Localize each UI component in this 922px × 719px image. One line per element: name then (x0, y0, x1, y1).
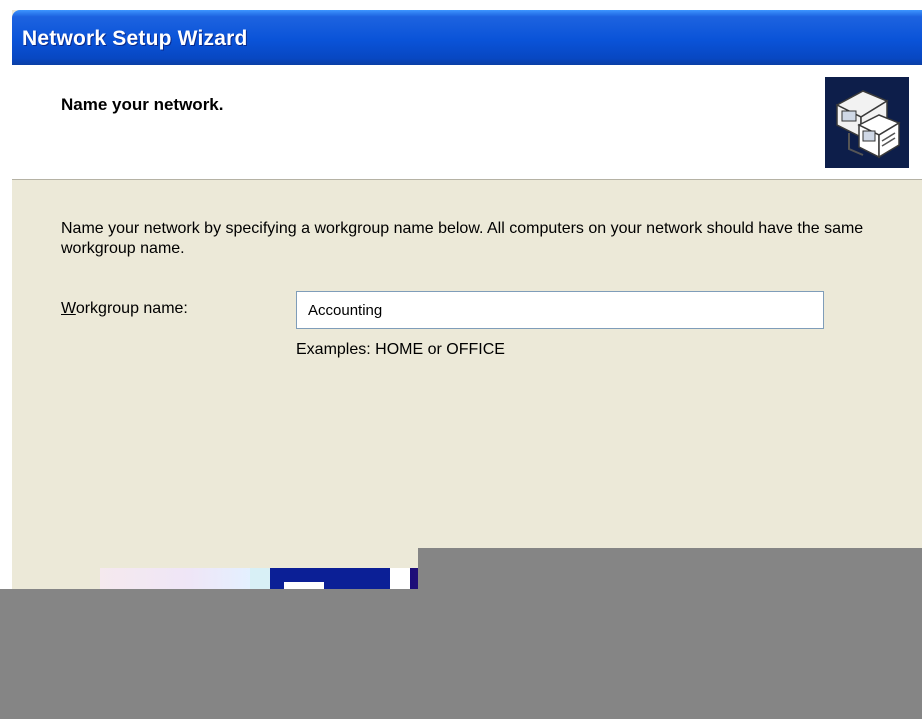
wizard-header: Name your network. (12, 65, 922, 180)
workgroup-accelerator-key: W (61, 300, 76, 317)
workgroup-name-label: Workgroup name: (61, 300, 188, 318)
workgroup-name-input[interactable] (296, 291, 824, 329)
network-computers-icon-graphic (825, 77, 909, 168)
workgroup-examples-hint: Examples: HOME or OFFICE (296, 341, 505, 358)
page-title: Name your network. (61, 95, 224, 114)
title-bar[interactable]: Network Setup Wizard (12, 10, 922, 65)
window-title: Network Setup Wizard (22, 26, 248, 50)
network-computers-icon (825, 77, 909, 168)
instructions-text: Name your network by specifying a workgr… (61, 220, 864, 257)
workgroup-label-text: orkgroup name: (75, 300, 188, 317)
obscured-region-bottom (0, 589, 922, 719)
